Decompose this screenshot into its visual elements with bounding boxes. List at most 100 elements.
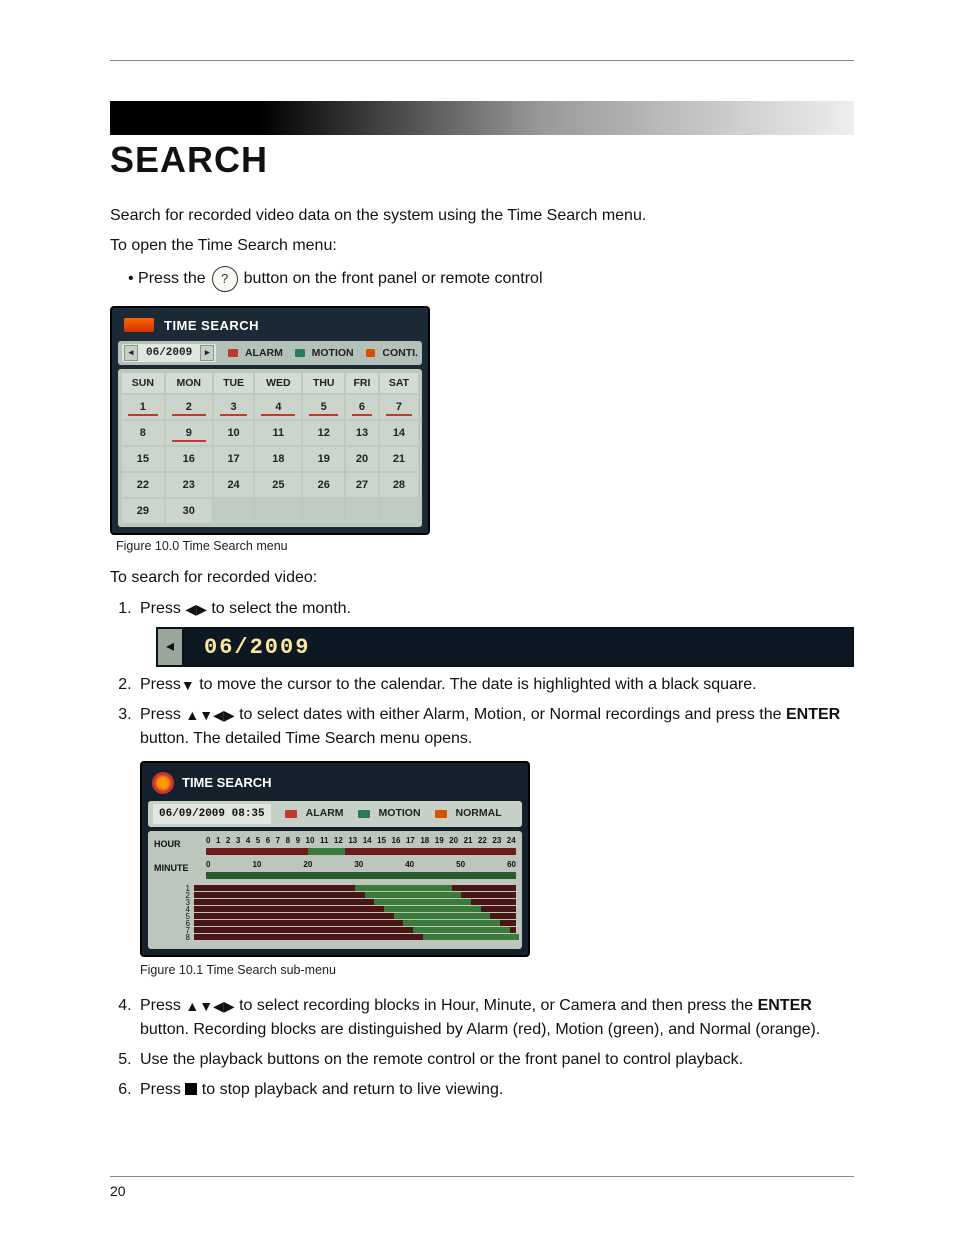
page-footer: 20	[110, 1176, 854, 1199]
calendar-cell[interactable]: 30	[166, 499, 212, 523]
camera-bars[interactable]	[194, 885, 516, 941]
calendar-cell[interactable]: 14	[380, 421, 418, 445]
weekday-header: SAT	[380, 373, 418, 393]
step6-post: to stop playback and return to live view…	[202, 1081, 504, 1098]
hour-tick: 8	[286, 835, 290, 847]
calendar-cell[interactable]: 3	[214, 395, 254, 419]
calendar-cell[interactable]: 13	[346, 421, 378, 445]
calendar-grid[interactable]: SUNMONTUEWEDTHUFRISAT1234567891011121314…	[118, 369, 422, 527]
calendar-cell[interactable]: 10	[214, 421, 254, 445]
calendar-cell[interactable]: 28	[380, 473, 418, 497]
hour-tick: 7	[276, 835, 280, 847]
down-arrow-icon: ▼	[181, 675, 195, 696]
bullet-prefix: • Press the	[128, 270, 206, 288]
motion-swatch-icon	[358, 810, 370, 818]
month-next-icon[interactable]: ▸	[200, 345, 214, 361]
steps-list: Press ◀▶ to select the month. ◂ 06/2009 …	[110, 597, 854, 1102]
step-5: Use the playback buttons on the remote c…	[136, 1048, 854, 1072]
calendar-cell[interactable]: 17	[214, 447, 254, 471]
camera-row[interactable]	[194, 892, 516, 898]
open-menu-lead: To open the Time Search menu:	[110, 235, 854, 257]
calendar-cell[interactable]: 7	[380, 395, 418, 419]
step-3: Press ▲▼◀▶ to select dates with either A…	[136, 703, 854, 980]
hour-tick: 16	[392, 835, 401, 847]
stop-icon	[185, 1083, 197, 1095]
calendar-cell[interactable]: 12	[303, 421, 344, 445]
camera-row[interactable]	[194, 899, 516, 905]
hour-tick: 24	[507, 835, 516, 847]
open-menu-bullet: • Press the ? button on the front panel …	[128, 266, 854, 292]
figure-10-0-caption: Figure 10.0 Time Search menu	[116, 539, 854, 553]
bullet-suffix: button on the front panel or remote cont…	[244, 270, 543, 288]
calendar-cell[interactable]: 1	[122, 395, 164, 419]
calendar-cell[interactable]: 2	[166, 395, 212, 419]
step4-mid: to select recording blocks in Hour, Minu…	[239, 997, 757, 1014]
calendar-cell[interactable]: 20	[346, 447, 378, 471]
camera-row[interactable]	[194, 927, 516, 933]
calendar-cell[interactable]: 26	[303, 473, 344, 497]
month-control[interactable]: ◂ 06/2009 ▸	[122, 344, 216, 362]
calendar-cell[interactable]: 18	[255, 447, 301, 471]
step-6: Press to stop playback and return to liv…	[136, 1078, 854, 1102]
weekday-header: TUE	[214, 373, 254, 393]
camera-motion-segment	[365, 892, 462, 898]
right-arrow-icon: ▶	[224, 996, 235, 1017]
down-arrow-icon: ▼	[199, 705, 213, 726]
calendar-cell	[380, 499, 418, 523]
month-zoom-figure: ◂ 06/2009	[156, 627, 854, 667]
minute-row[interactable]: MINUTE 0102030405060	[154, 859, 516, 879]
calendar-cell[interactable]: 19	[303, 447, 344, 471]
manual-page: SEARCH Search for recorded video data on…	[0, 0, 954, 1235]
hour-tick: 18	[420, 835, 429, 847]
minute-tick: 60	[507, 859, 516, 871]
camera-row[interactable]	[194, 906, 516, 912]
minute-bar[interactable]	[206, 872, 516, 879]
calendar-cell[interactable]: 23	[166, 473, 212, 497]
calendar-cell[interactable]: 9	[166, 421, 212, 445]
camera-row[interactable]	[194, 934, 516, 940]
motion-label: MOTION	[312, 347, 354, 359]
camera-row[interactable]	[194, 920, 516, 926]
camera-motion-segment	[355, 885, 452, 891]
calendar-cell[interactable]: 22	[122, 473, 164, 497]
camera-block[interactable]: 12345678	[154, 885, 516, 941]
camera-label: 1	[154, 885, 190, 892]
calendar-cell[interactable]: 11	[255, 421, 301, 445]
figure-10-1-header: TIME SEARCH	[148, 769, 522, 801]
hour-tick: 3	[236, 835, 240, 847]
hour-tick: 22	[478, 835, 487, 847]
camera-motion-segment	[413, 927, 510, 933]
calendar-cell[interactable]: 15	[122, 447, 164, 471]
month-zoom-value: 06/2009	[184, 629, 852, 665]
hour-row[interactable]: HOUR 01234567891011121314151617181920212…	[154, 835, 516, 855]
calendar-cell[interactable]: 29	[122, 499, 164, 523]
hour-tick: 21	[464, 835, 473, 847]
step3-pre: Press	[140, 706, 185, 723]
hour-tick: 2	[226, 835, 230, 847]
camera-row[interactable]	[194, 885, 516, 891]
hour-tick: 5	[256, 835, 260, 847]
camera-row[interactable]	[194, 913, 516, 919]
calendar-cell[interactable]: 25	[255, 473, 301, 497]
top-rule	[110, 60, 854, 61]
calendar-cell[interactable]: 5	[303, 395, 344, 419]
step-4: Press ▲▼◀▶ to select recording blocks in…	[136, 994, 854, 1042]
calendar-cell[interactable]: 21	[380, 447, 418, 471]
up-arrow-icon: ▲	[185, 705, 199, 726]
calendar-cell[interactable]: 6	[346, 395, 378, 419]
scale-area[interactable]: HOUR 01234567891011121314151617181920212…	[148, 831, 522, 949]
hour-bar[interactable]	[206, 848, 516, 855]
camera-label: 4	[154, 906, 190, 913]
figure-10-0-legend-bar: ◂ 06/2009 ▸ ALARM MOTION CONTI.	[118, 341, 422, 365]
month-prev-icon[interactable]: ◂	[124, 345, 138, 361]
step3-post: button. The detailed Time Search menu op…	[140, 730, 472, 747]
calendar-cell[interactable]: 27	[346, 473, 378, 497]
calendar-cell[interactable]: 24	[214, 473, 254, 497]
calendar-cell[interactable]: 4	[255, 395, 301, 419]
camera-label: 2	[154, 892, 190, 899]
calendar-cell[interactable]: 16	[166, 447, 212, 471]
figure-10-0-header: TIME SEARCH	[118, 314, 422, 341]
hour-label: HOUR	[154, 838, 202, 852]
calendar-cell[interactable]: 8	[122, 421, 164, 445]
month-zoom-prev-icon[interactable]: ◂	[158, 629, 184, 665]
